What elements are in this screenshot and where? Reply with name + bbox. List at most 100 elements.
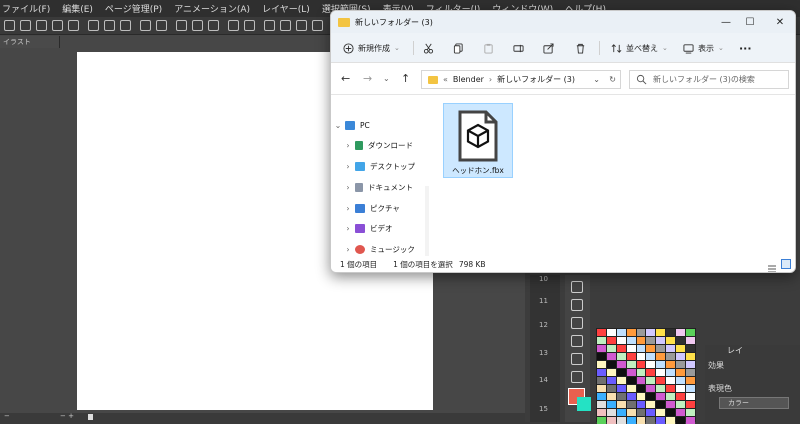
sort-button[interactable]: 並べ替え ⌄ [611,33,668,63]
zoom-slider-icon[interactable]: − + [60,412,74,420]
palette-swatch[interactable] [626,417,636,424]
palette-swatch[interactable] [597,401,606,408]
palette-swatch[interactable] [656,345,666,352]
menu-animation[interactable]: アニメーション(A) [174,2,250,15]
tool-icon[interactable] [68,20,79,31]
nav-item-pc[interactable]: ⌄ PC [331,116,431,134]
palette-swatch[interactable] [606,401,616,408]
palette-swatch[interactable] [646,401,656,408]
palette-swatch[interactable] [656,401,666,408]
zoom-handle[interactable] [88,414,93,420]
palette-swatch[interactable] [666,337,676,344]
palette-swatch[interactable] [606,377,616,384]
palette-swatch[interactable] [686,353,695,360]
document-tab[interactable]: イラスト [0,36,60,48]
nav-item-pictures[interactable]: › ピクチャ [331,199,431,217]
palette-swatch[interactable] [636,417,646,424]
file-list[interactable]: ヘッドホン.fbx [431,96,795,256]
palette-swatch[interactable] [686,337,695,344]
chevron-down-icon[interactable]: ⌄ [593,75,600,84]
palette-swatch[interactable] [606,345,616,352]
palette-swatch[interactable] [666,369,676,376]
palette-swatch[interactable] [646,385,656,392]
palette-swatch[interactable] [666,361,676,368]
palette-swatch[interactable] [597,361,606,368]
palette-swatch[interactable] [666,353,676,360]
palette-swatch[interactable] [597,385,606,392]
palette-swatch[interactable] [636,393,646,400]
palette-swatch[interactable] [616,353,626,360]
palette-swatch[interactable] [597,409,606,416]
bucket-icon[interactable] [571,299,583,311]
palette-swatch[interactable] [636,385,646,392]
palette-swatch[interactable] [686,385,695,392]
palette-swatch[interactable] [646,417,656,424]
palette-swatch[interactable] [656,393,666,400]
tool-icon[interactable] [20,20,31,31]
tool-icon[interactable] [228,20,239,31]
explorer-titlebar[interactable]: 新しいフォルダー (3) — ☐ ✕ [331,11,795,33]
palette-swatch[interactable] [666,377,676,384]
palette-swatch[interactable] [686,393,695,400]
palette-swatch[interactable] [636,337,646,344]
palette-swatch[interactable] [656,361,666,368]
palette-swatch[interactable] [636,329,646,336]
palette-swatch[interactable] [606,329,616,336]
tool-icon[interactable] [312,20,323,31]
palette-swatch[interactable] [656,409,666,416]
palette-swatch[interactable] [656,369,666,376]
palette-swatch[interactable] [636,377,646,384]
palette-swatch[interactable] [606,337,616,344]
tool-icon[interactable] [264,20,275,31]
tool-icon[interactable] [176,20,187,31]
chevron-right-icon[interactable]: › [341,141,355,150]
nav-item-desktop[interactable]: › デスクトップ [331,157,431,175]
tool-icon[interactable] [192,20,203,31]
palette-swatch[interactable] [646,369,656,376]
palette-swatch[interactable] [606,369,616,376]
palette-swatch[interactable] [616,377,626,384]
tool-icon[interactable] [156,20,167,31]
blend-icon[interactable] [571,335,583,347]
menu-layer[interactable]: レイヤー(L) [262,2,310,15]
palette-swatch[interactable] [666,345,676,352]
palette-swatch[interactable] [606,393,616,400]
palette-swatch[interactable] [616,369,626,376]
palette-swatch[interactable] [626,353,636,360]
details-view-icon[interactable] [767,259,777,272]
chevron-right-icon[interactable]: › [341,162,355,171]
chevron-right-icon[interactable]: › [341,183,355,192]
palette-swatch[interactable] [636,401,646,408]
palette-swatch[interactable] [666,385,676,392]
palette-swatch[interactable] [626,337,636,344]
layer-tab[interactable]: レイ [727,345,743,356]
palette-swatch[interactable] [686,377,695,384]
palette-swatch[interactable] [676,401,686,408]
palette-swatch[interactable] [597,369,606,376]
line-icon[interactable] [571,353,583,365]
tool-icon[interactable] [36,20,47,31]
color-mode-select[interactable]: カラー [719,397,789,409]
palette-swatch[interactable] [616,329,626,336]
palette-swatch[interactable] [616,393,626,400]
copy-button[interactable] [453,33,464,63]
tool-icon[interactable] [88,20,99,31]
paste-button[interactable] [483,33,494,63]
back-arrow-icon[interactable]: ← [341,72,350,85]
tool-icon[interactable] [244,20,255,31]
palette-swatch[interactable] [676,409,686,416]
new-button[interactable]: 新規作成 ⌄ [343,33,400,63]
palette-swatch[interactable] [606,409,616,416]
palette-swatch[interactable] [597,345,606,352]
palette-swatch[interactable] [646,345,656,352]
palette-swatch[interactable] [616,417,626,424]
palette-swatch[interactable] [676,337,686,344]
palette-swatch[interactable] [626,385,636,392]
close-button[interactable]: ✕ [763,14,795,30]
palette-swatch[interactable] [616,401,626,408]
cut-button[interactable] [423,33,434,63]
palette-swatch[interactable] [666,409,676,416]
palette-swatch[interactable] [597,393,606,400]
palette-swatch[interactable] [616,361,626,368]
palette-swatch[interactable] [686,345,695,352]
